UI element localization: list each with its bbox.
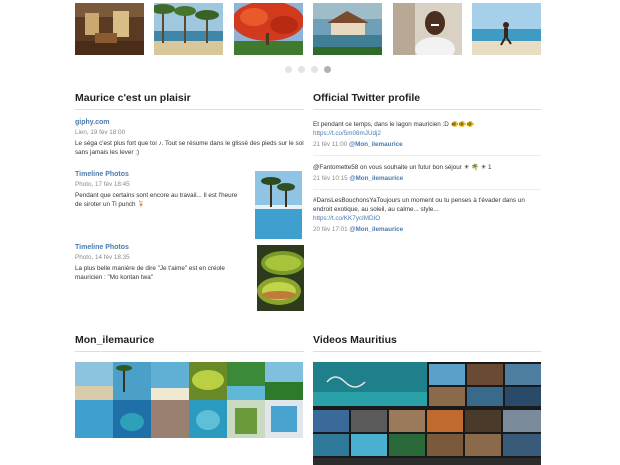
tweet-body: @Fantomette58 on vous souhaite un futur … xyxy=(313,164,492,171)
tweet-link[interactable]: https://t.co/KK7ycIMDIO xyxy=(313,215,380,222)
tweet-handle[interactable]: @Mon_ilemaurice xyxy=(349,226,403,233)
post-text: La plus belle manière de dire "Je t'aime… xyxy=(75,265,225,281)
palm-beach-photo[interactable] xyxy=(154,3,223,55)
section-divider xyxy=(313,109,541,110)
video-gallery[interactable] xyxy=(313,362,541,465)
tweet-meta: 20 fév 17:01 @Mon_ilemaurice xyxy=(313,226,541,233)
post-source-link[interactable]: giphy.com xyxy=(75,119,304,126)
tweet-time[interactable]: 21 fév 11:00 xyxy=(313,141,347,148)
smiling-man-photo[interactable] xyxy=(393,3,462,55)
tweet-text: #DansLesBouchonsYaToujours un moment ou … xyxy=(313,196,541,223)
tweet-handle[interactable]: @Mon_ilemaurice xyxy=(349,141,403,148)
water-lily-photo[interactable] xyxy=(257,245,304,311)
tweet-divider xyxy=(313,189,541,190)
carousel-dot[interactable] xyxy=(285,66,292,73)
interior-photo[interactable] xyxy=(75,3,144,55)
post-meta: Photo, 17 fév 18:45 xyxy=(75,181,130,188)
tweet-time[interactable]: 21 fév 10:15 xyxy=(313,175,348,182)
post-text: Pendant que certains sont encore au trav… xyxy=(75,192,238,208)
tweet-meta: 21 fév 10:15 @Mon_ilemaurice xyxy=(313,175,541,182)
tweet: @Fantomette58 on vous souhaite un futur … xyxy=(313,163,541,182)
facebook-post: Timeline Photos Photo, 17 fév 18:45 Pend… xyxy=(75,171,245,209)
section-divider xyxy=(313,351,541,352)
section-divider xyxy=(75,351,304,352)
tweet-divider xyxy=(313,155,541,156)
post-meta: Photo, 14 fév 18:35 xyxy=(75,254,130,261)
tweet-time[interactable]: 20 fév 17:01 xyxy=(313,226,348,233)
post-text: Le séga c'est plus fort que toi ♪. Tout … xyxy=(75,140,304,156)
section-divider xyxy=(75,109,304,110)
tweet-body: Et pendant ce temps, dans le lagon mauri… xyxy=(313,121,475,128)
infinity-pool-photo[interactable] xyxy=(255,171,302,239)
twitter-section-title: Official Twitter profile xyxy=(313,92,421,104)
tweet-body: #DansLesBouchonsYaToujours un moment ou … xyxy=(313,197,525,213)
carousel-dot-active[interactable] xyxy=(324,66,331,73)
post-source-link[interactable]: Timeline Photos xyxy=(75,244,245,251)
beach-runner-photo[interactable] xyxy=(472,3,541,55)
photo-carousel xyxy=(75,3,541,55)
instagram-gallery[interactable] xyxy=(75,362,303,438)
tweet-link[interactable]: https://t.co/5m08mJUdj2 xyxy=(313,130,381,137)
facebook-post: Timeline Photos Photo, 14 fév 18:35 La p… xyxy=(75,244,245,282)
post-source-link[interactable]: Timeline Photos xyxy=(75,171,245,178)
tweet-meta: 21 fév 11:00 @Mon_ilemaurice xyxy=(313,141,541,148)
instagram-section-title: Mon_ilemaurice xyxy=(75,334,155,346)
carousel-dot[interactable] xyxy=(298,66,305,73)
tweet-text: Et pendant ce temps, dans le lagon mauri… xyxy=(313,120,541,138)
facebook-section-title: Maurice c'est un plaisir xyxy=(75,92,191,104)
tweet: #DansLesBouchonsYaToujours un moment ou … xyxy=(313,196,541,233)
post-meta: Lien, 19 fév 18:00 xyxy=(75,129,126,136)
flamboyant-tree-photo[interactable] xyxy=(234,3,303,55)
tweet: Et pendant ce temps, dans le lagon mauri… xyxy=(313,120,541,148)
carousel-dot[interactable] xyxy=(311,66,318,73)
tweet-handle[interactable]: @Mon_ilemaurice xyxy=(349,175,403,182)
pavilion-lagoon-photo[interactable] xyxy=(313,3,382,55)
facebook-post: giphy.com Lien, 19 fév 18:00 Le séga c'e… xyxy=(75,119,304,157)
videos-section-title: Videos Mauritius xyxy=(313,334,397,346)
